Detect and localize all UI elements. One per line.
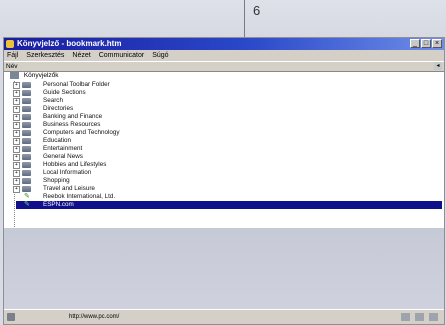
tree-item[interactable]: + Shopping xyxy=(13,177,442,185)
expand-icon[interactable]: + xyxy=(13,170,20,177)
expand-icon[interactable]: + xyxy=(13,178,20,185)
tree-item-label: Search xyxy=(43,97,63,104)
name-column-header[interactable]: Név xyxy=(6,62,18,71)
folder-icon xyxy=(10,71,19,79)
tree-item-label: Computers and Technology xyxy=(43,129,120,136)
tree-item-label: Hobbies and Lifestyles xyxy=(43,161,107,168)
folder-icon xyxy=(22,106,31,112)
title-bar[interactable]: Könyvjelző - bookmark.htm _ □ × xyxy=(4,38,444,50)
network-icon xyxy=(7,313,15,321)
tree-item-label: Local Information xyxy=(43,169,92,176)
tree-item-label: Business Resources xyxy=(43,121,101,128)
window-title: Könyvjelző - bookmark.htm xyxy=(17,39,122,48)
expand-icon[interactable]: + xyxy=(13,82,20,89)
bookmark-label: Reebok International, Ltd. xyxy=(43,193,116,200)
bookmark-item[interactable]: ✎ Reebok International, Ltd. xyxy=(22,193,442,201)
tree-item[interactable]: + Local Information xyxy=(13,169,442,177)
netscape-icon xyxy=(6,40,14,48)
page-divider xyxy=(244,0,245,38)
mail-icon[interactable] xyxy=(415,313,424,321)
tree-item-label: Entertainment xyxy=(43,145,83,152)
folder-icon xyxy=(22,98,31,104)
folder-icon xyxy=(22,154,31,160)
tree-item-label: General News xyxy=(43,153,83,160)
tree-item[interactable]: + Computers and Technology xyxy=(13,129,442,137)
expand-icon[interactable]: + xyxy=(13,122,20,129)
folder-icon xyxy=(22,90,31,96)
tree-item-label: Guide Sections xyxy=(43,89,86,96)
bookmark-label: ESPN.com xyxy=(43,201,74,208)
tree-item[interactable]: + Business Resources xyxy=(13,121,442,129)
minimize-button[interactable]: _ xyxy=(410,39,420,48)
bookmark-item-selected[interactable]: ✎ ESPN.com xyxy=(16,201,442,209)
folder-icon xyxy=(22,178,31,184)
tree-item[interactable]: + Guide Sections xyxy=(13,89,442,97)
folder-icon xyxy=(22,186,31,192)
expand-icon[interactable]: + xyxy=(13,162,20,169)
expand-icon[interactable]: + xyxy=(13,114,20,121)
tree-empty-area xyxy=(4,228,444,310)
component-icon[interactable] xyxy=(429,313,438,321)
tree-item-label: Banking and Finance xyxy=(43,113,103,120)
menu-bar: Fájl Szerkesztés Nézet Communicator Súgó xyxy=(4,50,444,61)
menu-communicator[interactable]: Communicator xyxy=(99,50,145,61)
expand-icon[interactable]: + xyxy=(13,138,20,145)
tree-item[interactable]: + Hobbies and Lifestyles xyxy=(13,161,442,169)
status-url: http://www.pc.com/ xyxy=(69,314,120,320)
status-tray xyxy=(401,313,438,321)
tree-item[interactable]: + Travel and Leisure xyxy=(13,185,442,193)
expand-icon[interactable]: + xyxy=(13,106,20,113)
tree-item[interactable]: + Education xyxy=(13,137,442,145)
menu-edit[interactable]: Szerkesztés xyxy=(26,50,64,61)
tree-item[interactable]: + General News xyxy=(13,153,442,161)
tree-root-label: Könyvjelzők xyxy=(23,72,59,79)
folder-icon xyxy=(22,114,31,120)
status-bar: http://www.pc.com/ xyxy=(4,309,444,324)
expand-icon[interactable]: + xyxy=(13,130,20,137)
scroll-left-icon[interactable]: ◂ xyxy=(434,62,442,70)
tree-item-label: Education xyxy=(43,137,72,144)
printed-page-background: 6 xyxy=(0,0,446,38)
maximize-button[interactable]: □ xyxy=(421,39,431,48)
tree-root[interactable]: Könyvjelzők xyxy=(10,71,59,81)
close-button[interactable]: × xyxy=(432,39,442,48)
tree-item[interactable]: + Directories xyxy=(13,105,442,113)
security-icon[interactable] xyxy=(401,313,410,321)
bookmark-icon: ✎ xyxy=(24,193,30,200)
expand-icon[interactable]: + xyxy=(13,98,20,105)
expand-icon[interactable]: + xyxy=(13,90,20,97)
expand-icon[interactable]: + xyxy=(13,154,20,161)
tree-item[interactable]: + Entertainment xyxy=(13,145,442,153)
menu-view[interactable]: Nézet xyxy=(72,50,90,61)
bookmarks-window: Könyvjelző - bookmark.htm _ □ × Fájl Sze… xyxy=(3,37,445,325)
page-number: 6 xyxy=(253,3,261,18)
tree-item-label: Travel and Leisure xyxy=(43,185,95,192)
folder-icon xyxy=(22,130,31,136)
menu-help[interactable]: Súgó xyxy=(152,50,168,61)
tree-item-label: Directories xyxy=(43,105,74,112)
folder-icon xyxy=(22,162,31,168)
tree-item[interactable]: + Search xyxy=(13,97,442,105)
expand-icon[interactable]: + xyxy=(13,146,20,153)
folder-icon xyxy=(22,170,31,176)
expand-icon[interactable]: + xyxy=(13,186,20,193)
menu-file[interactable]: Fájl xyxy=(7,50,18,61)
tree-item-label: Shopping xyxy=(43,177,70,184)
tree-item[interactable]: + Personal Toolbar Folder xyxy=(13,81,442,89)
folder-icon xyxy=(22,82,31,88)
tree-item-label: Personal Toolbar Folder xyxy=(43,81,110,88)
tree-item[interactable]: + Banking and Finance xyxy=(13,113,442,121)
folder-icon xyxy=(22,146,31,152)
folder-icon xyxy=(22,138,31,144)
folder-icon xyxy=(22,122,31,128)
bookmark-icon: ✎ xyxy=(24,201,30,208)
